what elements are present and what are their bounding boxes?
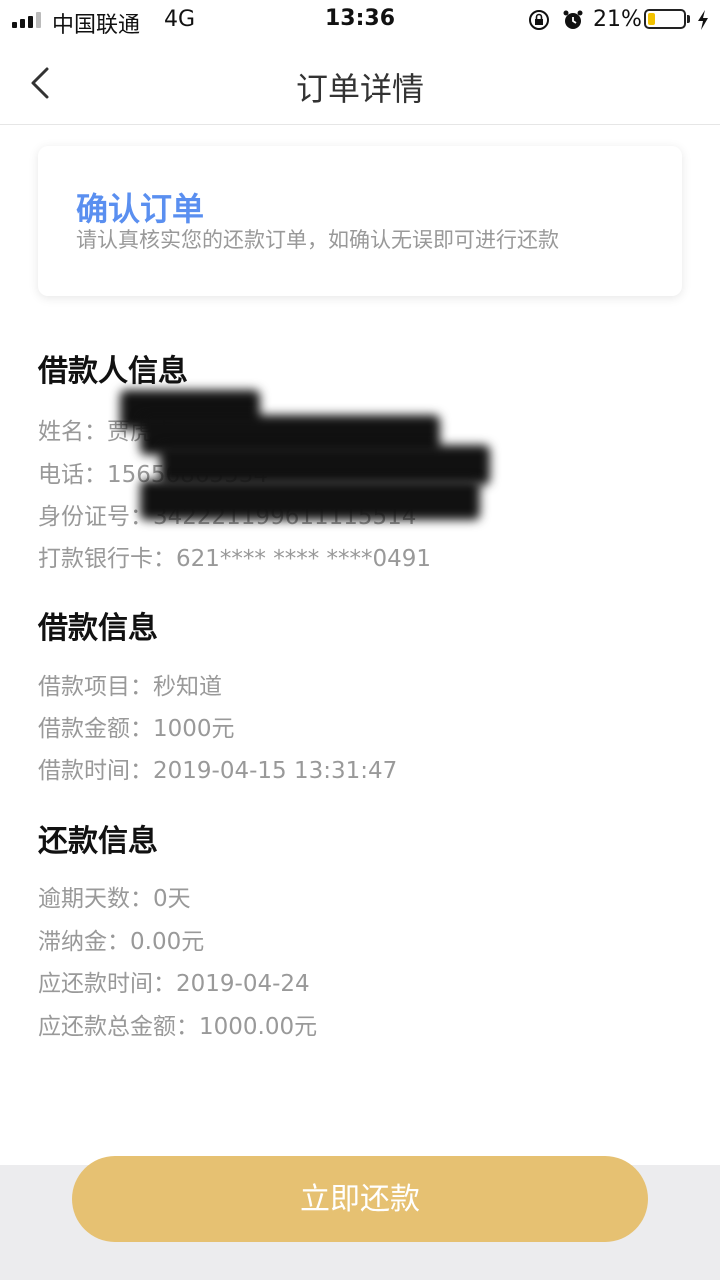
order-detail-page: 中国联通 4G 13:36 21% 订单详情 确认订单 请认真核实您的还款订单，…: [0, 0, 720, 1280]
page-title: 订单详情: [295, 70, 424, 108]
battery-fill: [648, 13, 655, 25]
loan-info-title: 借款信息: [38, 611, 158, 646]
battery-icon: [644, 9, 686, 29]
loan-project: 借款项目：秒知道: [38, 674, 222, 700]
borrower-id-number: 身份证号：342221199611115514: [38, 504, 417, 530]
alarm-icon: [563, 10, 583, 29]
loan-amount: 借款金额：1000元: [38, 716, 235, 742]
borrower-phone: 电话：15656865534: [38, 462, 268, 488]
borrower-name: 姓名：贾虎虎: [38, 419, 176, 445]
lock-rotation-icon: [529, 10, 549, 30]
confirm-order-description: 请认真核实您的还款订单，如确认无误即可进行还款: [76, 228, 559, 252]
late-fee: 滞纳金：0.00元: [38, 929, 205, 955]
battery-nub: [687, 15, 690, 23]
battery-percent: 21%: [593, 7, 642, 32]
confirm-order-card: 确认订单 请认真核实您的还款订单，如确认无误即可进行还款: [38, 146, 682, 296]
repay-info-title: 还款信息: [38, 824, 158, 859]
total-due-amount: 应还款总金额：1000.00元: [38, 1014, 318, 1040]
charging-bolt-icon: [698, 10, 708, 30]
loan-time: 借款时间：2019-04-15 13:31:47: [38, 758, 398, 784]
repay-now-button[interactable]: 立即还款: [72, 1156, 648, 1242]
borrower-info-title: 借款人信息: [38, 354, 188, 389]
nav-bar: 订单详情: [0, 40, 720, 125]
overdue-days: 逾期天数：0天: [38, 886, 191, 912]
status-bar: 中国联通 4G 13:36 21%: [0, 0, 720, 40]
due-date: 应还款时间：2019-04-24: [38, 971, 310, 997]
borrower-bank-card: 打款银行卡：621**** **** ****0491: [38, 546, 432, 572]
